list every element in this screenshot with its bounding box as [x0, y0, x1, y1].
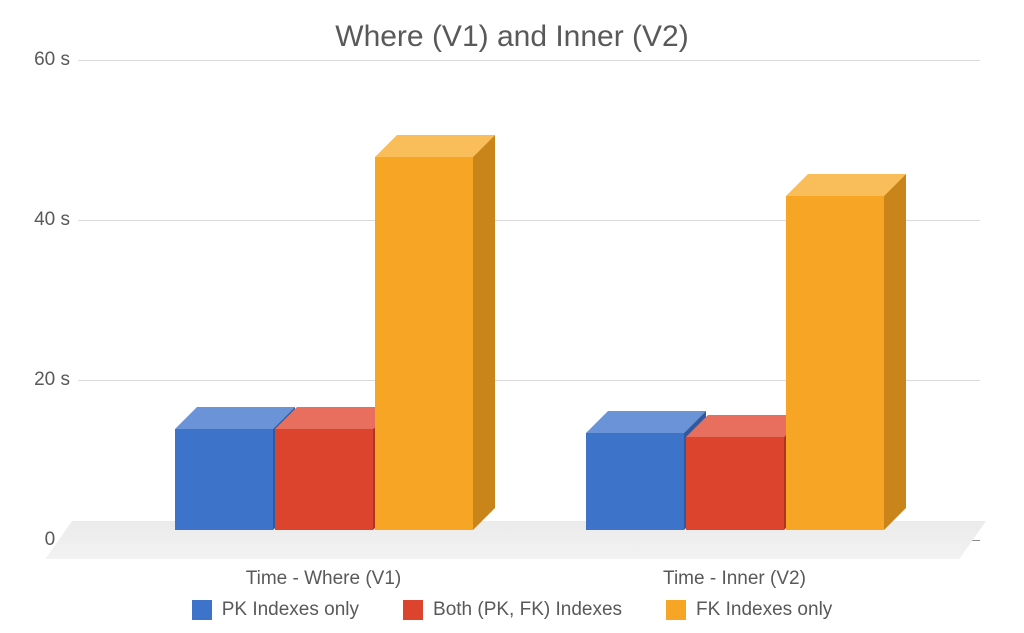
y-tick-label: 20 s	[34, 369, 70, 391]
legend-swatch	[403, 600, 423, 620]
legend: PK Indexes only Both (PK, FK) Indexes FK I…	[0, 599, 1024, 621]
y-axis-ticks: 0 s20 s40 s60 s	[24, 60, 74, 540]
bar	[586, 433, 684, 530]
legend-swatch	[192, 600, 212, 620]
legend-label: FK Indexes only	[696, 599, 832, 621]
bar	[786, 196, 884, 530]
legend-item: FK Indexes only	[666, 599, 832, 621]
bar	[686, 437, 784, 530]
bar-front-face	[586, 433, 684, 530]
gridline	[78, 60, 980, 61]
chart-title: Where (V1) and Inner (V2)	[24, 20, 1000, 54]
bar	[275, 429, 373, 530]
legend-item: PK Indexes only	[192, 599, 359, 621]
bar-front-face	[375, 157, 473, 530]
bar-group	[586, 196, 884, 530]
x-axis-category-label: Time - Where (V1)	[164, 568, 484, 590]
bar	[175, 429, 273, 530]
bar-front-face	[175, 429, 273, 530]
legend-swatch	[666, 600, 686, 620]
plot-area: 0 s20 s40 s60 s Time - Where (V1)Time - …	[78, 60, 980, 540]
bar-side-face	[473, 135, 495, 530]
legend-label: PK Indexes only	[222, 599, 359, 621]
legend-item: Both (PK, FK) Indexes	[403, 599, 622, 621]
bar-side-face	[884, 174, 906, 530]
x-axis-category-label: Time - Inner (V2)	[575, 568, 895, 590]
legend-label: Both (PK, FK) Indexes	[433, 599, 622, 621]
x-axis-labels: Time - Where (V1) Time - Inner (V2)	[78, 568, 980, 590]
bar-group	[175, 157, 473, 530]
bar-front-face	[275, 429, 373, 530]
bars-area	[78, 64, 980, 530]
bar	[375, 157, 473, 530]
y-tick-label: 60 s	[34, 49, 70, 71]
bar-front-face	[686, 437, 784, 530]
bar-front-face	[786, 196, 884, 530]
y-tick-label: 40 s	[34, 209, 70, 231]
bar-chart: Where (V1) and Inner (V2) 0 s20 s40 s60 …	[0, 0, 1024, 633]
